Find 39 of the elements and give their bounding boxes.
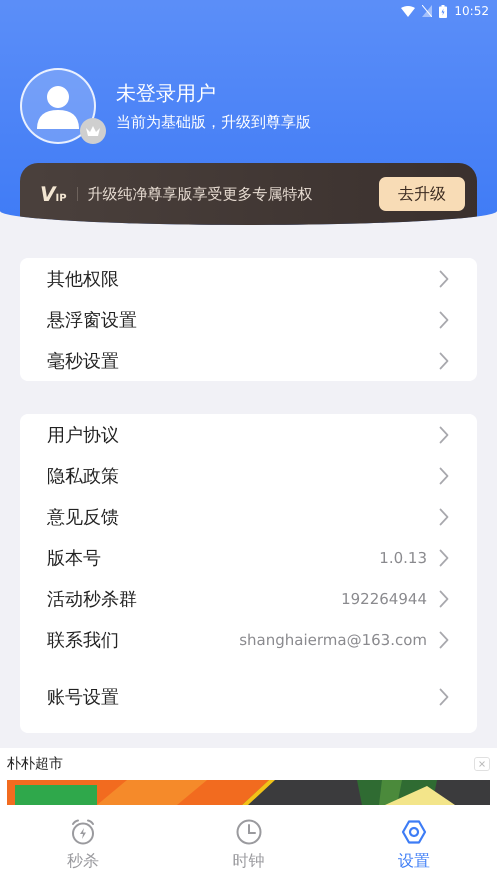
chevron-right-icon (439, 630, 449, 648)
chevron-right-icon (439, 688, 449, 706)
chevron-right-icon (439, 426, 449, 444)
row-value: 1.0.13 (379, 548, 427, 566)
chevron-right-icon (439, 270, 449, 288)
settings-row[interactable]: 联系我们 shanghaierma@163.com (20, 619, 477, 660)
chevron-right-icon (439, 310, 449, 328)
battery-icon (439, 4, 448, 18)
no-signal-icon (422, 5, 432, 17)
chevron-right-icon (439, 548, 449, 566)
settings-row[interactable]: 隐私政策 (20, 455, 477, 496)
wifi-icon (401, 6, 416, 16)
chevron-right-icon (439, 590, 449, 608)
settings-row[interactable]: 账号设置 (20, 676, 477, 717)
settings-row[interactable]: 悬浮窗设置 (20, 299, 477, 340)
ad-title: 朴朴超市 (7, 755, 63, 773)
chevron-right-icon (439, 466, 449, 484)
alarm-clock-icon (70, 819, 96, 845)
user-subtitle: 当前为基础版，升级到尊享版 (116, 112, 311, 132)
status-time: 10:52 (454, 4, 489, 18)
chevron-right-icon (439, 352, 449, 370)
vip-logo: VIP (40, 181, 67, 208)
settings-row[interactable]: 意见反馈 (20, 496, 477, 537)
settings-row[interactable]: 其他权限 (20, 258, 477, 299)
user-name: 未登录用户 (116, 80, 217, 106)
chevron-right-icon (439, 508, 449, 526)
row-value: shanghaierma@163.com (239, 630, 427, 648)
settings-row[interactable]: 毫秒设置 (20, 340, 477, 381)
tab[interactable]: 设置 (331, 805, 497, 885)
settings-row[interactable]: 用户协议 (20, 414, 477, 455)
crown-icon (80, 118, 106, 144)
row-value: 192264944 (341, 590, 427, 608)
settings-row[interactable]: 版本号 1.0.13 (20, 537, 477, 578)
settings-row[interactable]: 活动秒杀群 192264944 (20, 578, 477, 619)
settings-icon (401, 819, 428, 845)
upgrade-button[interactable]: 去升级 (379, 177, 465, 211)
close-icon[interactable] (474, 757, 490, 771)
clock-icon (236, 819, 262, 845)
vip-text: 升级纯净尊享版享受更多专属特权 (88, 184, 314, 205)
